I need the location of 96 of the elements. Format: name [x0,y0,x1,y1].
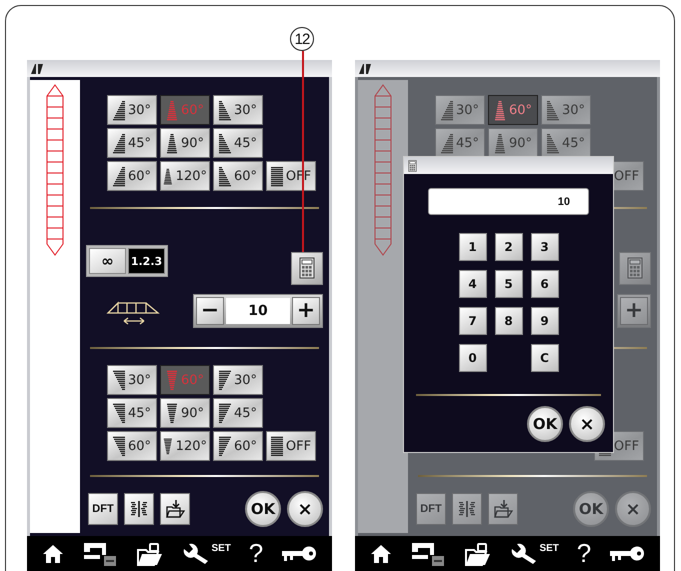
save-button[interactable] [160,493,190,525]
default-button[interactable]: DFT [416,493,446,525]
width-value: 10 [226,298,290,324]
stitch-taper-icon [112,100,125,120]
stitch-angle-button[interactable]: 90° [160,398,210,428]
stitch-angle-button[interactable]: 30° [213,95,263,125]
plus-button[interactable]: + [292,297,320,325]
stitch-angle-button[interactable]: 90° [160,128,210,158]
stitch-taper-icon [166,100,178,120]
stitch-angle-button[interactable]: 120° [160,161,210,191]
folder-lock-icon[interactable] [464,542,492,566]
stitch-angle-button[interactable]: 90° [488,128,538,158]
digit-key[interactable]: 5 [494,270,522,298]
digit-key[interactable]: 7 [458,307,486,335]
stitch-angle-button[interactable]: 60° [213,161,263,191]
key-icon[interactable] [609,544,646,562]
stitch-taper-icon [218,100,231,120]
digit-key[interactable]: 9 [530,307,558,335]
stitch-angle-button[interactable]: 30° [213,365,263,395]
stitch-taper-icon [546,100,559,120]
stitch-taper-icon [112,132,125,154]
mirror-button[interactable] [124,493,154,525]
continuous-button[interactable]: ∞ [89,248,126,274]
stitch-angle-button[interactable]: 45° [107,128,157,158]
key-icon[interactable] [281,544,318,562]
stitch-taper-icon [166,370,178,390]
home-icon[interactable] [42,544,64,564]
stitch-taper-icon [218,436,231,456]
calculator-icon [408,160,417,172]
logo-icon [30,62,44,74]
stitch-taper-icon [440,132,453,154]
counted-button[interactable]: 1.2.3 [128,248,165,274]
digit-key[interactable]: 1 [458,233,486,261]
digit-key[interactable]: 3 [530,233,558,261]
stitch-taper-icon [218,402,231,424]
settings-button[interactable]: SET [181,542,231,564]
cancel-button[interactable]: × [569,406,605,442]
ok-button[interactable]: OK [573,491,609,527]
calculator-icon [627,257,643,279]
stitch-taper-icon [163,436,173,456]
clear-key[interactable]: C [530,344,558,372]
folder-arrow-icon [493,499,513,519]
calculator-button[interactable] [291,252,323,284]
calculator-icon [299,257,315,279]
stitch-taper-icon [166,132,178,154]
stitch-taper-icon [546,132,559,154]
stitch-taper-icon [112,166,125,186]
settings-button[interactable]: SET [509,542,559,564]
digit-key[interactable]: 4 [458,270,486,298]
stitch-taper-icon [166,402,178,424]
stitch-taper-icon [440,100,453,120]
mirror-icon [130,500,148,518]
stitch-taper-icon [218,132,231,154]
digit-key[interactable]: 6 [530,270,558,298]
sewing-machine-icon[interactable] [410,540,446,566]
number-display-field: 10 [428,188,589,215]
stitch-angle-button[interactable]: 45° [213,128,263,158]
stitch-angle-button[interactable]: 60° [213,431,263,461]
ok-button[interactable]: OK [245,491,281,527]
ok-button[interactable]: OK [527,406,563,442]
stitch-taper-icon [494,132,506,154]
home-icon[interactable] [370,544,392,564]
stitch-taper-icon [218,166,231,186]
digit-key[interactable]: 0 [458,344,486,372]
stitch-angle-button[interactable]: 45° [541,128,591,158]
stitch-angle-button[interactable]: 45° [435,128,485,158]
cancel-button[interactable]: × [615,491,651,527]
digit-key[interactable]: 2 [494,233,522,261]
help-button[interactable]: ? [576,538,592,569]
folder-lock-icon[interactable] [136,542,164,566]
folder-arrow-icon [165,499,185,519]
stitch-taper-icon [112,436,125,456]
stitch-angle-button[interactable]: 30° [107,365,157,395]
stitch-angle-button[interactable]: 120° [160,431,210,461]
stitch-angle-button[interactable]: 30° [107,95,157,125]
stitch-taper-icon [112,402,125,424]
help-button[interactable]: ? [248,538,264,569]
sewing-machine-icon[interactable] [82,540,118,566]
stitch-angle-button[interactable]: 60° [107,431,157,461]
default-button[interactable]: DFT [88,493,118,525]
digit-key[interactable]: 8 [494,307,522,335]
stitch-angle-button[interactable]: 45° [213,398,263,428]
stitch-taper-icon [218,370,231,390]
minus-button[interactable]: − [196,297,224,325]
logo-icon [358,62,372,74]
stitch-angle-button[interactable]: 45° [107,398,157,428]
stitch-angle-button[interactable]: 30° [541,95,591,125]
stitch-taper-icon [494,100,506,120]
stitch-taper-icon [112,370,125,390]
stitch-angle-button[interactable]: 30° [435,95,485,125]
callout-number: 12 [290,27,314,51]
off-button[interactable]: OFF [266,431,316,461]
plus-button[interactable]: + [620,297,648,325]
mirror-icon [458,500,476,518]
cancel-button[interactable]: × [287,491,323,527]
stitch-angle-button[interactable]: 60° [107,161,157,191]
